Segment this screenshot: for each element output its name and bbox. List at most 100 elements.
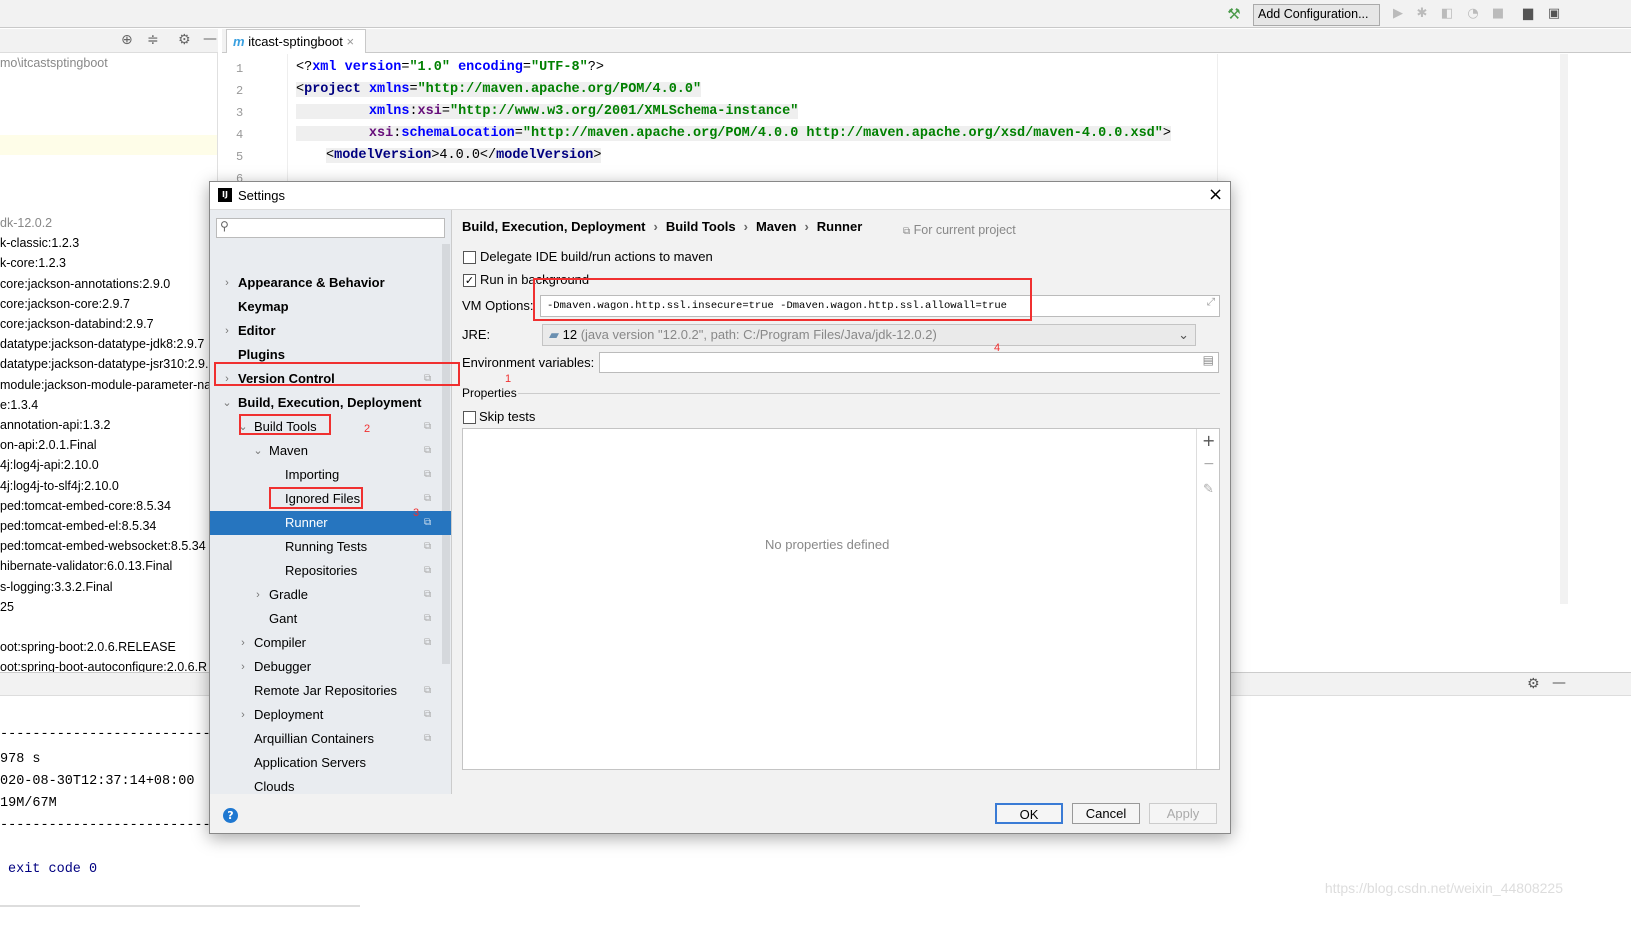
chevron-right-icon[interactable]: › [222, 319, 232, 343]
divider [518, 393, 1220, 394]
expand-icon[interactable]: ⤢ [1207, 297, 1215, 309]
project-tree-item[interactable]: core:jackson-databind:2.9.7 [0, 317, 154, 331]
jre-detail: (java version "12.0.2", path: C:/Program… [580, 327, 937, 342]
editor-tab[interactable]: m itcast-sptingboot × [226, 29, 366, 53]
settings-tree-item-appearance-behavior[interactable]: › Appearance & Behavior [210, 271, 451, 295]
help-icon[interactable]: ? [223, 808, 238, 823]
close-icon[interactable]: × [346, 34, 354, 49]
breadcrumb-item: Build Tools [665, 219, 736, 234]
settings-tree-item-remote-jar-repositories[interactable]: Remote Jar Repositories ⧉ [210, 679, 451, 703]
project-tree-item[interactable]: ped:tomcat-embed-el:8.5.34 [0, 519, 156, 533]
project-tree-item[interactable]: datatype:jackson-datatype-jdk8:2.9.7 [0, 337, 204, 351]
project-scope-icon: ⧉ [424, 445, 432, 456]
stop-icon[interactable]: ■ [1490, 6, 1506, 22]
project-scope-icon: ⧉ [424, 565, 432, 576]
breadcrumb-item: Maven [755, 219, 797, 234]
settings-tree-item-clouds[interactable]: Clouds [210, 775, 451, 794]
chevron-down-icon[interactable]: ⌄ [222, 391, 232, 415]
tree-item-label: Application Servers [254, 755, 366, 770]
settings-tree-item-debugger[interactable]: › Debugger [210, 655, 451, 679]
coverage-icon[interactable]: ◧ [1439, 6, 1455, 22]
line-number: 2 [236, 84, 244, 98]
properties-heading: Properties [462, 386, 517, 400]
highlight-box [533, 278, 1032, 321]
settings-tree-item-gant[interactable]: Gant ⧉ [210, 607, 451, 631]
settings-tree-item-keymap[interactable]: Keymap [210, 295, 451, 319]
profile-icon[interactable]: ◔ [1465, 6, 1481, 22]
project-tree-item[interactable]: module:jackson-module-parameter-na [0, 378, 211, 392]
add-icon[interactable]: + [1202, 431, 1215, 450]
project-tree-item[interactable]: oot:spring-boot:2.0.6.RELEASE [0, 640, 176, 654]
chevron-right-icon[interactable]: › [238, 703, 248, 727]
settings-tree-item-importing[interactable]: Importing ⧉ [210, 463, 451, 487]
line-number: 5 [236, 150, 244, 164]
project-tree-item[interactable]: annotation-api:1.3.2 [0, 418, 111, 432]
settings-search-input[interactable]: ⚲ [216, 218, 445, 238]
project-tree-item[interactable]: dk-12.0.2 [0, 216, 52, 230]
cancel-button[interactable]: Cancel [1072, 803, 1140, 824]
chevron-right-icon[interactable]: › [238, 655, 248, 679]
minimize-icon[interactable]: — [203, 31, 217, 47]
tree-item-label: Importing [285, 467, 340, 482]
apply-button[interactable]: Apply [1149, 803, 1217, 824]
delegate-checkbox[interactable] [463, 251, 476, 264]
remove-icon[interactable]: − [1203, 456, 1215, 472]
console-line: 19M/67M [0, 796, 57, 811]
project-tree-item[interactable]: core:jackson-annotations:2.9.0 [0, 277, 170, 291]
settings-tree-item-gradle[interactable]: › Gradle ⧉ [210, 583, 451, 607]
project-tree-item[interactable]: 4j:log4j-to-slf4j:2.10.0 [0, 479, 119, 493]
editor-tab-bar [222, 29, 1631, 53]
project-structure-icon[interactable]: ▆ [1520, 6, 1536, 22]
settings-tree-item-running-tests[interactable]: Running Tests ⧉ [210, 535, 451, 559]
highlight-box [214, 362, 460, 386]
collapse-icon[interactable]: ≑ [147, 32, 159, 48]
ok-button[interactable]: OK [995, 803, 1063, 824]
gear-icon[interactable]: ⚙ [178, 32, 191, 48]
project-tree-item[interactable]: on-api:2.0.1.Final [0, 438, 97, 452]
project-tree-item[interactable]: k-core:1.2.3 [0, 256, 66, 270]
chevron-right-icon[interactable]: › [238, 631, 248, 655]
gear-icon[interactable]: ⚙ [1527, 676, 1540, 692]
settings-tree-item-application-servers[interactable]: Application Servers [210, 751, 451, 775]
project-tree-item[interactable]: 4j:log4j-api:2.10.0 [0, 458, 99, 472]
project-tree-item[interactable]: core:jackson-core:2.9.7 [0, 297, 130, 311]
locate-icon[interactable]: ⊕ [121, 32, 133, 48]
project-tree-item[interactable]: s-logging:3.3.2.Final [0, 580, 113, 594]
project-tree-item[interactable]: hibernate-validator:6.0.13.Final [0, 559, 172, 573]
settings-tree-item-repositories[interactable]: Repositories ⧉ [210, 559, 451, 583]
project-tree-item[interactable]: datatype:jackson-datatype-jsr310:2.9.7 [0, 357, 215, 371]
settings-tree-item-arquillian-containers[interactable]: Arquillian Containers ⧉ [210, 727, 451, 751]
run-icon[interactable]: ▶ [1390, 6, 1406, 22]
project-tree-item[interactable]: k-classic:1.2.3 [0, 236, 79, 250]
skip-tests-checkbox[interactable] [463, 411, 476, 424]
chevron-right-icon[interactable]: › [253, 583, 263, 607]
project-scope-icon: ⧉ [424, 493, 432, 504]
code-line: <?xml version="1.0" encoding="UTF-8"?> [296, 60, 604, 75]
editor-scrollbar[interactable] [1560, 54, 1568, 604]
chevron-right-icon[interactable]: › [222, 271, 232, 295]
close-icon[interactable]: × [1208, 184, 1223, 205]
edit-icon[interactable]: ✎ [1203, 482, 1214, 497]
env-variables-input[interactable]: ▤ [599, 352, 1219, 373]
add-configuration-button[interactable]: Add Configuration... [1253, 4, 1380, 26]
browse-icon[interactable]: ▤ [1203, 353, 1214, 367]
settings-tree-item-deployment[interactable]: › Deployment ⧉ [210, 703, 451, 727]
settings-tree-item-editor[interactable]: › Editor [210, 319, 451, 343]
run-in-background-checkbox[interactable]: ✓ [463, 274, 476, 287]
breadcrumb-item: Runner [816, 219, 863, 234]
project-tree-item[interactable]: ped:tomcat-embed-websocket:8.5.34 [0, 539, 206, 553]
settings-tree-item-build-execution-deployment[interactable]: ⌄ Build, Execution, Deployment [210, 391, 451, 415]
project-tree[interactable]: mo\itcastsptingboot dk-12.0.2 k-classic:1… [0, 53, 218, 673]
build-hammer-icon[interactable]: ⚒ [1226, 6, 1242, 22]
minimize-icon[interactable]: — [1552, 675, 1566, 691]
project-tree-item[interactable]: ped:tomcat-embed-core:8.5.34 [0, 499, 171, 513]
settings-tree-item-compiler[interactable]: › Compiler ⧉ [210, 631, 451, 655]
jre-dropdown[interactable]: ▰ 12 (java version "12.0.2", path: C:/Pr… [542, 324, 1196, 346]
settings-tree-item-maven[interactable]: ⌄ Maven ⧉ [210, 439, 451, 463]
project-tree-item[interactable]: 25 [0, 600, 14, 614]
terminal-icon[interactable]: ▣ [1546, 6, 1562, 22]
debug-icon[interactable]: ✱ [1414, 6, 1430, 22]
project-tree-item[interactable]: e:1.3.4 [0, 398, 38, 412]
chevron-down-icon[interactable]: ⌄ [253, 439, 263, 463]
properties-table[interactable]: No properties defined + − ✎ [462, 428, 1220, 770]
